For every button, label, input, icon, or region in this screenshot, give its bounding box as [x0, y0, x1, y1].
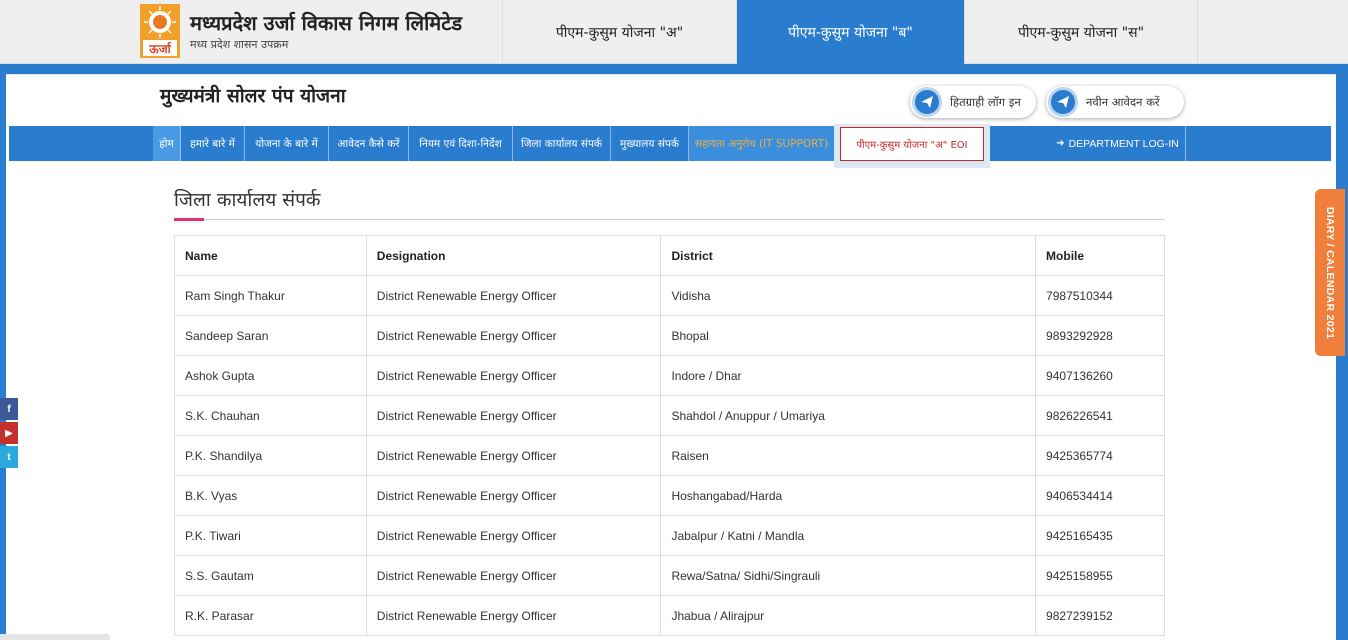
column-header-designation: Designation — [365, 235, 662, 276]
cell-designation: District Renewable Energy Officer — [365, 355, 662, 396]
cell-name: P.K. Tiwari — [174, 515, 367, 556]
cell-district: Jabalpur / Katni / Mandla — [660, 515, 1037, 556]
column-header-district: District — [660, 235, 1037, 276]
table-row: R.K. Parasar District Renewable Energy O… — [174, 595, 1165, 636]
cell-designation: District Renewable Energy Officer — [365, 595, 662, 636]
nav-it-support[interactable]: सहायता अनुरोध (IT SUPPORT) — [689, 126, 835, 161]
cell-designation: District Renewable Energy Officer — [365, 395, 662, 436]
cell-mobile: 9826226541 — [1035, 395, 1165, 436]
cell-designation: District Renewable Energy Officer — [365, 435, 662, 476]
send-icon — [1048, 87, 1078, 117]
cell-district: Raisen — [660, 435, 1037, 476]
cell-mobile: 9827239152 — [1035, 595, 1165, 636]
title-accent — [174, 218, 204, 221]
cell-name: R.K. Parasar — [174, 595, 367, 636]
nav-headquarters-contact[interactable]: मुख्यालय संपर्क — [611, 126, 689, 161]
cell-name: S.S. Gautam — [174, 555, 367, 596]
nav-district-office-contact[interactable]: जिला कार्यालय संपर्क — [513, 126, 611, 161]
urja-logo: ऊर्जा — [140, 4, 180, 58]
cell-mobile: 9406534414 — [1035, 475, 1165, 516]
cell-district: Bhopal — [660, 315, 1037, 356]
nav-about-us[interactable]: हमारे बारे में — [181, 126, 245, 161]
cell-name: B.K. Vyas — [174, 475, 367, 516]
table-row: P.K. Tiwari District Renewable Energy Of… — [174, 515, 1165, 556]
cell-mobile: 9425165435 — [1035, 515, 1165, 556]
tab-kusum-b[interactable]: पीएम-कुसुम योजना "ब" — [736, 0, 964, 64]
logo-text: ऊर्जा — [148, 42, 171, 56]
cell-designation: District Renewable Energy Officer — [365, 475, 662, 516]
tab-kusum-c[interactable]: पीएम-कुसुम योजना "स" — [964, 0, 1198, 64]
cell-designation: District Renewable Energy Officer — [365, 315, 662, 356]
table-row: Ram Singh Thakur District Renewable Ener… — [174, 275, 1165, 316]
sign-in-icon: ➜ — [1056, 138, 1065, 149]
tab-kusum-a[interactable]: पीएम-कुसुम योजना "अ" — [502, 0, 736, 64]
column-header-name: Name — [174, 235, 367, 276]
cell-mobile: 9407136260 — [1035, 355, 1165, 396]
cell-name: Ram Singh Thakur — [174, 275, 367, 316]
cell-district: Vidisha — [660, 275, 1037, 316]
cell-mobile: 7987510344 — [1035, 275, 1165, 316]
nav-eoi-container: पीएम-कुसुम योजना "अ" EOI — [834, 124, 990, 168]
cell-designation: District Renewable Energy Officer — [365, 555, 662, 596]
cell-mobile: 9425365774 — [1035, 435, 1165, 476]
title-divider — [174, 219, 1165, 220]
cell-district: Hoshangabad/Harda — [660, 475, 1037, 516]
column-header-mobile: Mobile — [1035, 235, 1165, 276]
cell-designation: District Renewable Energy Officer — [365, 515, 662, 556]
table-row: Sandeep Saran District Renewable Energy … — [174, 315, 1165, 356]
new-application-button[interactable]: नवीन आवेदन करें — [1046, 86, 1184, 118]
cell-name: Sandeep Saran — [174, 315, 367, 356]
site-title: मुख्यमंत्री सोलर पंप योजना — [160, 85, 346, 107]
nav-rules-guidelines[interactable]: नियम एवं दिशा-निर्देश — [409, 126, 513, 161]
table-row: P.K. Shandilya District Renewable Energy… — [174, 435, 1165, 476]
org-title: मध्यप्रदेश उर्जा विकास निगम लिमिटेड — [190, 11, 463, 35]
page-title: जिला कार्यालय संपर्क — [174, 189, 321, 211]
table-header-row: Name Designation District Mobile — [174, 235, 1165, 276]
department-login-label: DEPARTMENT LOG-IN — [1068, 137, 1179, 150]
cell-designation: District Renewable Energy Officer — [365, 275, 662, 316]
district-contacts-table: Name Designation District Mobile Ram Sin… — [174, 235, 1165, 636]
new-application-label: नवीन आवेदन करें — [1086, 94, 1160, 109]
send-icon — [912, 87, 942, 117]
cell-name: Ashok Gupta — [174, 355, 367, 396]
cell-name: P.K. Shandilya — [174, 435, 367, 476]
diary-calendar-label: DIARY / CALENDAR 2021 — [1324, 206, 1336, 339]
cell-name: S.K. Chauhan — [174, 395, 367, 436]
cell-district: Jhabua / Alirajpur — [660, 595, 1037, 636]
diary-calendar-tab[interactable]: DIARY / CALENDAR 2021 — [1315, 189, 1345, 356]
table-row: S.S. Gautam District Renewable Energy Of… — [174, 555, 1165, 596]
cell-mobile: 9425158955 — [1035, 555, 1165, 596]
youtube-icon[interactable]: ▶ — [0, 422, 18, 444]
beneficiary-login-label: हितग्राही लॉग इन — [950, 94, 1021, 109]
nav-kusum-a-eoi[interactable]: पीएम-कुसुम योजना "अ" EOI — [840, 127, 984, 161]
facebook-icon[interactable]: f — [0, 398, 18, 420]
nav-about-scheme[interactable]: योजना के बारे में — [245, 126, 329, 161]
cell-mobile: 9893292928 — [1035, 315, 1165, 356]
cell-district: Indore / Dhar — [660, 355, 1037, 396]
twitter-icon[interactable]: t — [0, 446, 18, 468]
brand[interactable]: ऊर्जा मध्यप्रदेश उर्जा विकास निगम लिमिटे… — [140, 4, 502, 60]
table-row: Ashok Gupta District Renewable Energy Of… — [174, 355, 1165, 396]
table-row: B.K. Vyas District Renewable Energy Offi… — [174, 475, 1165, 516]
department-login-link[interactable]: ➜ DEPARTMENT LOG-IN — [1050, 126, 1186, 161]
horizontal-scrollbar[interactable] — [0, 634, 110, 640]
nav-how-to-apply[interactable]: आवेदन कैसे करें — [329, 126, 409, 161]
cell-district: Rewa/Satna/ Sidhi/Singrauli — [660, 555, 1037, 596]
org-subtitle: मध्य प्रदेश शासन उपक्रम — [190, 38, 289, 51]
beneficiary-login-button[interactable]: हितग्राही लॉग इन — [910, 86, 1036, 118]
nav-home[interactable]: होम — [153, 126, 181, 161]
top-header: ऊर्जा मध्यप्रदेश उर्जा विकास निगम लिमिटे… — [0, 0, 1348, 64]
table-row: S.K. Chauhan District Renewable Energy O… — [174, 395, 1165, 436]
cell-district: Shahdol / Anuppur / Umariya — [660, 395, 1037, 436]
